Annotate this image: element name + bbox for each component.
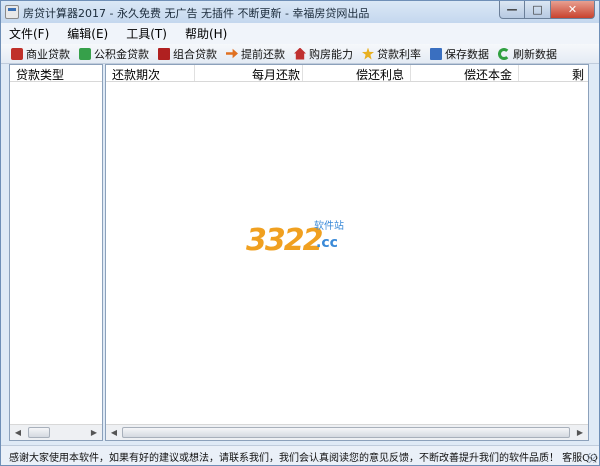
app-window: 房贷计算器2017 - 永久免费 无广告 无插件 不断更新 - 幸福房贷网出品 … <box>0 0 600 466</box>
refresh-data-button[interactable]: 刷新数据 <box>498 46 557 62</box>
save-data-button[interactable]: 保存数据 <box>430 46 489 62</box>
prepayment-icon <box>226 48 238 59</box>
refresh-icon <box>498 47 510 60</box>
scroll-right-icon[interactable]: ▶ <box>86 425 102 440</box>
loan-rate-button[interactable]: 贷款利率 <box>362 46 421 62</box>
scroll-thumb[interactable] <box>122 427 570 438</box>
column-separator <box>410 65 411 81</box>
maximize-button[interactable]: □ <box>525 1 551 19</box>
combined-loan-label: 组合贷款 <box>173 47 217 61</box>
loan-type-list[interactable]: 贷款类型 ◀ ▶ <box>9 64 103 441</box>
refresh-data-label: 刷新数据 <box>513 47 557 61</box>
menu-edit[interactable]: 编辑(E) <box>67 25 108 42</box>
affordability-label: 购房能力 <box>309 47 353 61</box>
repayment-grid[interactable]: 还款期次 每月还款 偿还利息 偿还本金 剩 3322 软件站 .cc ◀ ▶ <box>105 64 589 441</box>
column-period[interactable]: 还款期次 <box>112 66 160 83</box>
commercial-loan-button[interactable]: 商业贷款 <box>11 46 70 62</box>
menu-bar: 文件(F) 编辑(E) 工具(T) 帮助(H) <box>1 23 599 44</box>
loan-rate-label: 贷款利率 <box>377 47 421 61</box>
house-icon <box>294 47 306 60</box>
scroll-left-icon[interactable]: ◀ <box>106 425 122 440</box>
window-controls: — □ ✕ <box>499 1 595 19</box>
left-horizontal-scrollbar[interactable]: ◀ ▶ <box>10 424 102 440</box>
column-remaining[interactable]: 剩 <box>572 66 584 83</box>
column-separator <box>518 65 519 81</box>
column-separator <box>302 65 303 81</box>
column-monthly-payment[interactable]: 每月还款 <box>252 66 300 83</box>
close-button[interactable]: ✕ <box>551 1 595 19</box>
menu-file[interactable]: 文件(F) <box>9 25 49 42</box>
affordability-button[interactable]: 购房能力 <box>294 46 353 62</box>
column-interest[interactable]: 偿还利息 <box>356 66 404 83</box>
scroll-left-icon[interactable]: ◀ <box>10 425 26 440</box>
grid-header: 还款期次 每月还款 偿还利息 偿还本金 剩 <box>106 65 588 82</box>
provident-fund-loan-button[interactable]: 公积金贷款 <box>79 46 149 62</box>
column-principal[interactable]: 偿还本金 <box>464 66 512 83</box>
column-separator <box>194 65 195 81</box>
combined-loan-button[interactable]: 组合贷款 <box>158 46 217 62</box>
provident-fund-label: 公积金贷款 <box>94 47 149 61</box>
prepayment-button[interactable]: 提前还款 <box>226 46 285 62</box>
menu-tools[interactable]: 工具(T) <box>126 25 167 42</box>
commercial-loan-icon <box>11 47 23 60</box>
watermark-site: 软件站 <box>314 221 344 232</box>
combined-loan-icon <box>158 47 170 60</box>
save-data-label: 保存数据 <box>445 47 489 61</box>
scroll-right-icon[interactable]: ▶ <box>572 425 588 440</box>
commercial-loan-label: 商业贷款 <box>26 47 70 61</box>
provident-fund-icon <box>79 47 91 60</box>
toolbar: 商业贷款 公积金贷款 组合贷款 提前还款 购房能力 贷款利率 保存数据 刷新数据 <box>1 44 599 64</box>
status-text: 感谢大家使用本软件，如果有好的建议或想法，请联系我们，我们会认真阅读您的意见反馈… <box>9 453 599 464</box>
prepayment-label: 提前还款 <box>241 47 285 61</box>
resize-grip-icon[interactable] <box>587 453 597 463</box>
watermark-logo: 3322 软件站 .cc <box>246 215 366 265</box>
star-icon <box>362 47 374 60</box>
app-icon <box>5 5 19 19</box>
window-title: 房贷计算器2017 - 永久免费 无广告 无插件 不断更新 - 幸福房贷网出品 <box>23 7 370 20</box>
grid-horizontal-scrollbar[interactable]: ◀ ▶ <box>106 424 588 440</box>
menu-help[interactable]: 帮助(H) <box>185 25 227 42</box>
loan-type-header[interactable]: 贷款类型 <box>10 65 102 82</box>
status-bar: 感谢大家使用本软件，如果有好的建议或想法，请联系我们，我们会认真阅读您的意见反馈… <box>1 445 599 465</box>
save-icon <box>430 47 442 60</box>
minimize-button[interactable]: — <box>499 1 525 19</box>
scroll-thumb[interactable] <box>28 427 50 438</box>
watermark-suffix: .cc <box>316 235 338 251</box>
watermark-number: 3322 <box>246 223 323 258</box>
title-bar[interactable]: 房贷计算器2017 - 永久免费 无广告 无插件 不断更新 - 幸福房贷网出品 … <box>1 1 599 23</box>
